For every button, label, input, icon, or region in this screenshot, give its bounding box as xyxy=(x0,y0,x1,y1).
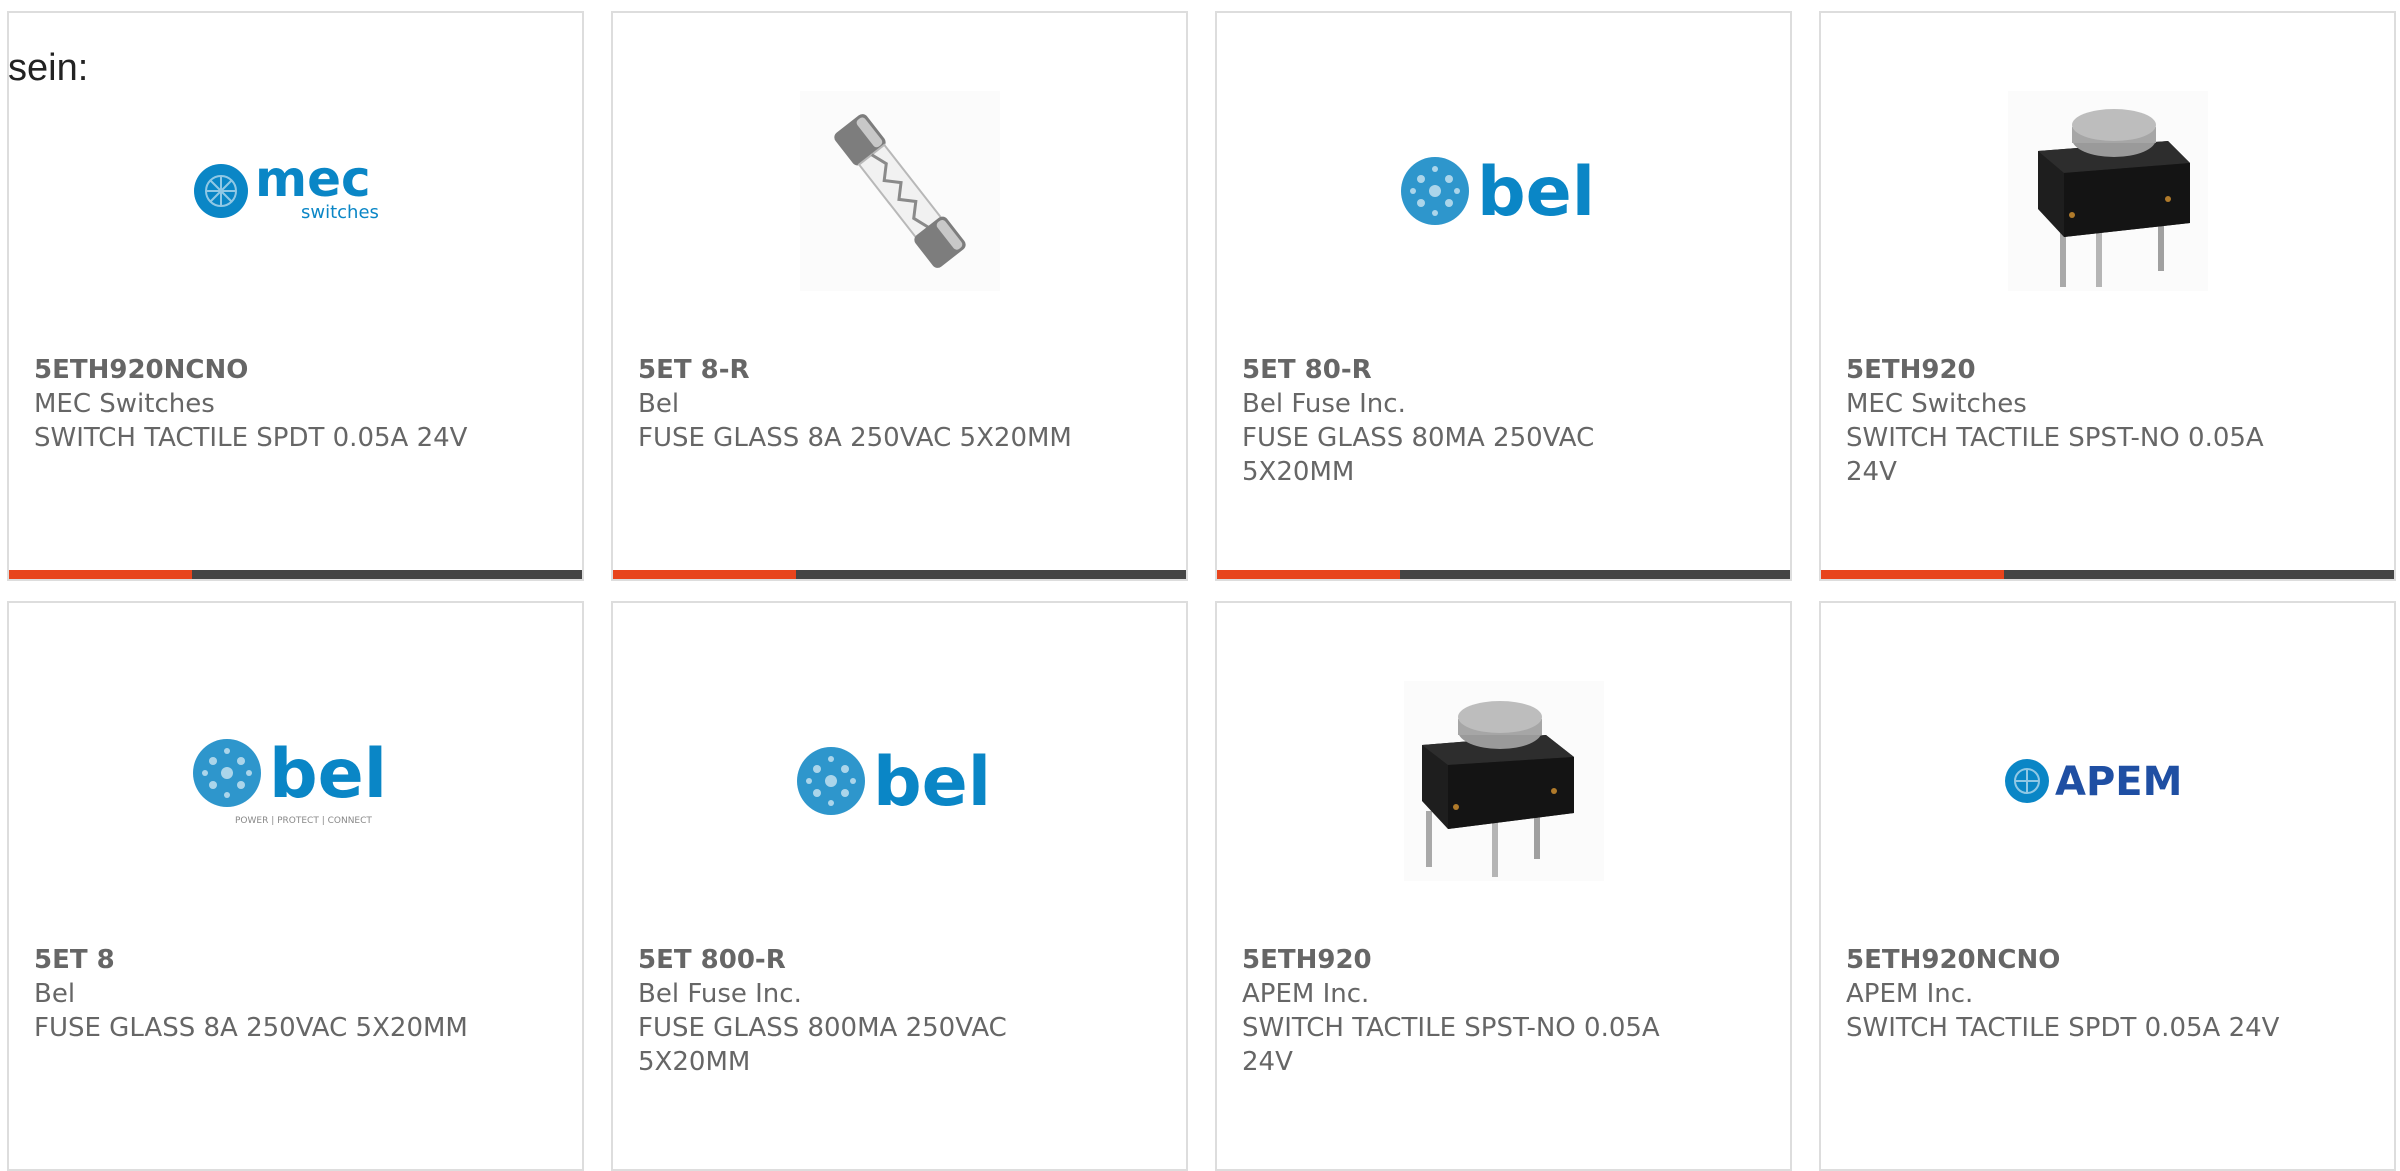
manufacturer: Bel xyxy=(638,389,680,419)
product-grid: mec switches 5ETH920NCNO MEC Switches SW… xyxy=(7,11,2400,1171)
card-bottom-bar xyxy=(1217,570,1790,579)
manufacturer: Bel xyxy=(34,979,76,1009)
product-info: 5ET 80-R Bel Fuse Inc. FUSE GLASS 80MA 2… xyxy=(1242,353,1682,489)
bel-logo: bel xyxy=(795,741,1005,821)
product-image[interactable] xyxy=(1821,81,2394,301)
product-info: 5ETH920 APEM Inc. SWITCH TACTILE SPST-NO… xyxy=(1242,943,1682,1079)
mec-logo-text: mec xyxy=(255,156,371,208)
part-number[interactable]: 5ETH920 xyxy=(1242,943,1682,977)
product-info: 5ET 800-R Bel Fuse Inc. FUSE GLASS 800MA… xyxy=(638,943,1078,1079)
product-card[interactable]: bel 5ET 800-R Bel Fuse Inc. FUSE GLASS 8… xyxy=(611,601,1188,1171)
card-bottom-bar xyxy=(9,570,582,579)
card-bar-accent xyxy=(9,570,192,579)
part-number[interactable]: 5ETH920NCNO xyxy=(1846,943,2286,977)
product-info: 5ETH920NCNO MEC Switches SWITCH TACTILE … xyxy=(34,353,474,455)
apem-logo-text: APEM xyxy=(2055,759,2182,805)
part-number[interactable]: 5ET 80-R xyxy=(1242,353,1682,387)
manufacturer: MEC Switches xyxy=(34,389,215,419)
product-image[interactable]: bel POWER | PROTECT | CONNECT xyxy=(9,671,582,891)
description: FUSE GLASS 8A 250VAC 5X20MM xyxy=(638,423,1072,453)
mec-logo: mec switches xyxy=(191,156,401,226)
product-image[interactable]: mec switches xyxy=(9,81,582,301)
card-bar-accent xyxy=(1821,570,2004,579)
product-card[interactable]: APEM 5ETH920NCNO APEM Inc. SWITCH TACTIL… xyxy=(1819,601,2396,1171)
product-info: 5ET 8-R Bel FUSE GLASS 8A 250VAC 5X20MM xyxy=(638,353,1078,455)
product-card[interactable]: bel 5ET 80-R Bel Fuse Inc. FUSE GLASS 80… xyxy=(1215,11,1792,581)
product-image[interactable] xyxy=(613,81,1186,301)
manufacturer: Bel Fuse Inc. xyxy=(638,979,802,1009)
product-image[interactable]: APEM xyxy=(1821,671,2394,891)
tactile-switch-photo xyxy=(1403,681,1604,881)
part-number[interactable]: 5ETH920 xyxy=(1846,353,2286,387)
bel-logo-text: bel xyxy=(269,735,387,814)
product-info: 5ET 8 Bel FUSE GLASS 8A 250VAC 5X20MM xyxy=(34,943,474,1045)
glass-fuse-photo xyxy=(799,91,1000,291)
description: FUSE GLASS 8A 250VAC 5X20MM xyxy=(34,1013,468,1043)
product-card[interactable]: mec switches 5ETH920NCNO MEC Switches SW… xyxy=(7,11,584,581)
apem-logo: APEM xyxy=(2003,751,2213,811)
product-card[interactable]: bel POWER | PROTECT | CONNECT 5ET 8 Bel … xyxy=(7,601,584,1171)
manufacturer: Bel Fuse Inc. xyxy=(1242,389,1406,419)
product-info: 5ETH920NCNO APEM Inc. SWITCH TACTILE SPD… xyxy=(1846,943,2286,1045)
product-card[interactable]: 5ETH920 MEC Switches SWITCH TACTILE SPST… xyxy=(1819,11,2396,581)
description: FUSE GLASS 800MA 250VAC 5X20MM xyxy=(638,1013,1007,1077)
description: SWITCH TACTILE SPDT 0.05A 24V xyxy=(1846,1013,2280,1043)
card-bottom-bar xyxy=(1821,570,2394,579)
product-image[interactable] xyxy=(1217,671,1790,891)
product-card[interactable]: 5ETH920 APEM Inc. SWITCH TACTILE SPST-NO… xyxy=(1215,601,1792,1171)
description: SWITCH TACTILE SPST-NO 0.05A 24V xyxy=(1846,423,2264,487)
bel-logo-text: bel xyxy=(1477,153,1595,231)
tactile-switch-photo xyxy=(2007,91,2208,291)
card-bar-accent xyxy=(1217,570,1400,579)
product-image[interactable]: bel xyxy=(1217,81,1790,301)
intro-text: sein: xyxy=(8,47,89,89)
manufacturer: APEM Inc. xyxy=(1242,979,1370,1009)
description: FUSE GLASS 80MA 250VAC 5X20MM xyxy=(1242,423,1595,487)
card-bar-accent xyxy=(613,570,796,579)
description: SWITCH TACTILE SPDT 0.05A 24V xyxy=(34,423,468,453)
part-number[interactable]: 5ET 8 xyxy=(34,943,474,977)
mec-logo-subtext: switches xyxy=(301,202,379,223)
part-number[interactable]: 5ET 8-R xyxy=(638,353,1078,387)
part-number[interactable]: 5ETH920NCNO xyxy=(34,353,474,387)
product-image[interactable]: bel xyxy=(613,671,1186,891)
product-card[interactable]: 5ET 8-R Bel FUSE GLASS 8A 250VAC 5X20MM xyxy=(611,11,1188,581)
card-bottom-bar xyxy=(613,570,1186,579)
product-info: 5ETH920 MEC Switches SWITCH TACTILE SPST… xyxy=(1846,353,2286,489)
bel-logo-text: bel xyxy=(873,743,991,821)
bel-logo: bel xyxy=(1399,151,1609,231)
bel-logo-tagline: bel POWER | PROTECT | CONNECT xyxy=(191,733,401,829)
manufacturer: MEC Switches xyxy=(1846,389,2027,419)
manufacturer: APEM Inc. xyxy=(1846,979,1974,1009)
description: SWITCH TACTILE SPST-NO 0.05A 24V xyxy=(1242,1013,1660,1077)
bel-logo-tagline-text: POWER | PROTECT | CONNECT xyxy=(235,816,372,826)
part-number[interactable]: 5ET 800-R xyxy=(638,943,1078,977)
